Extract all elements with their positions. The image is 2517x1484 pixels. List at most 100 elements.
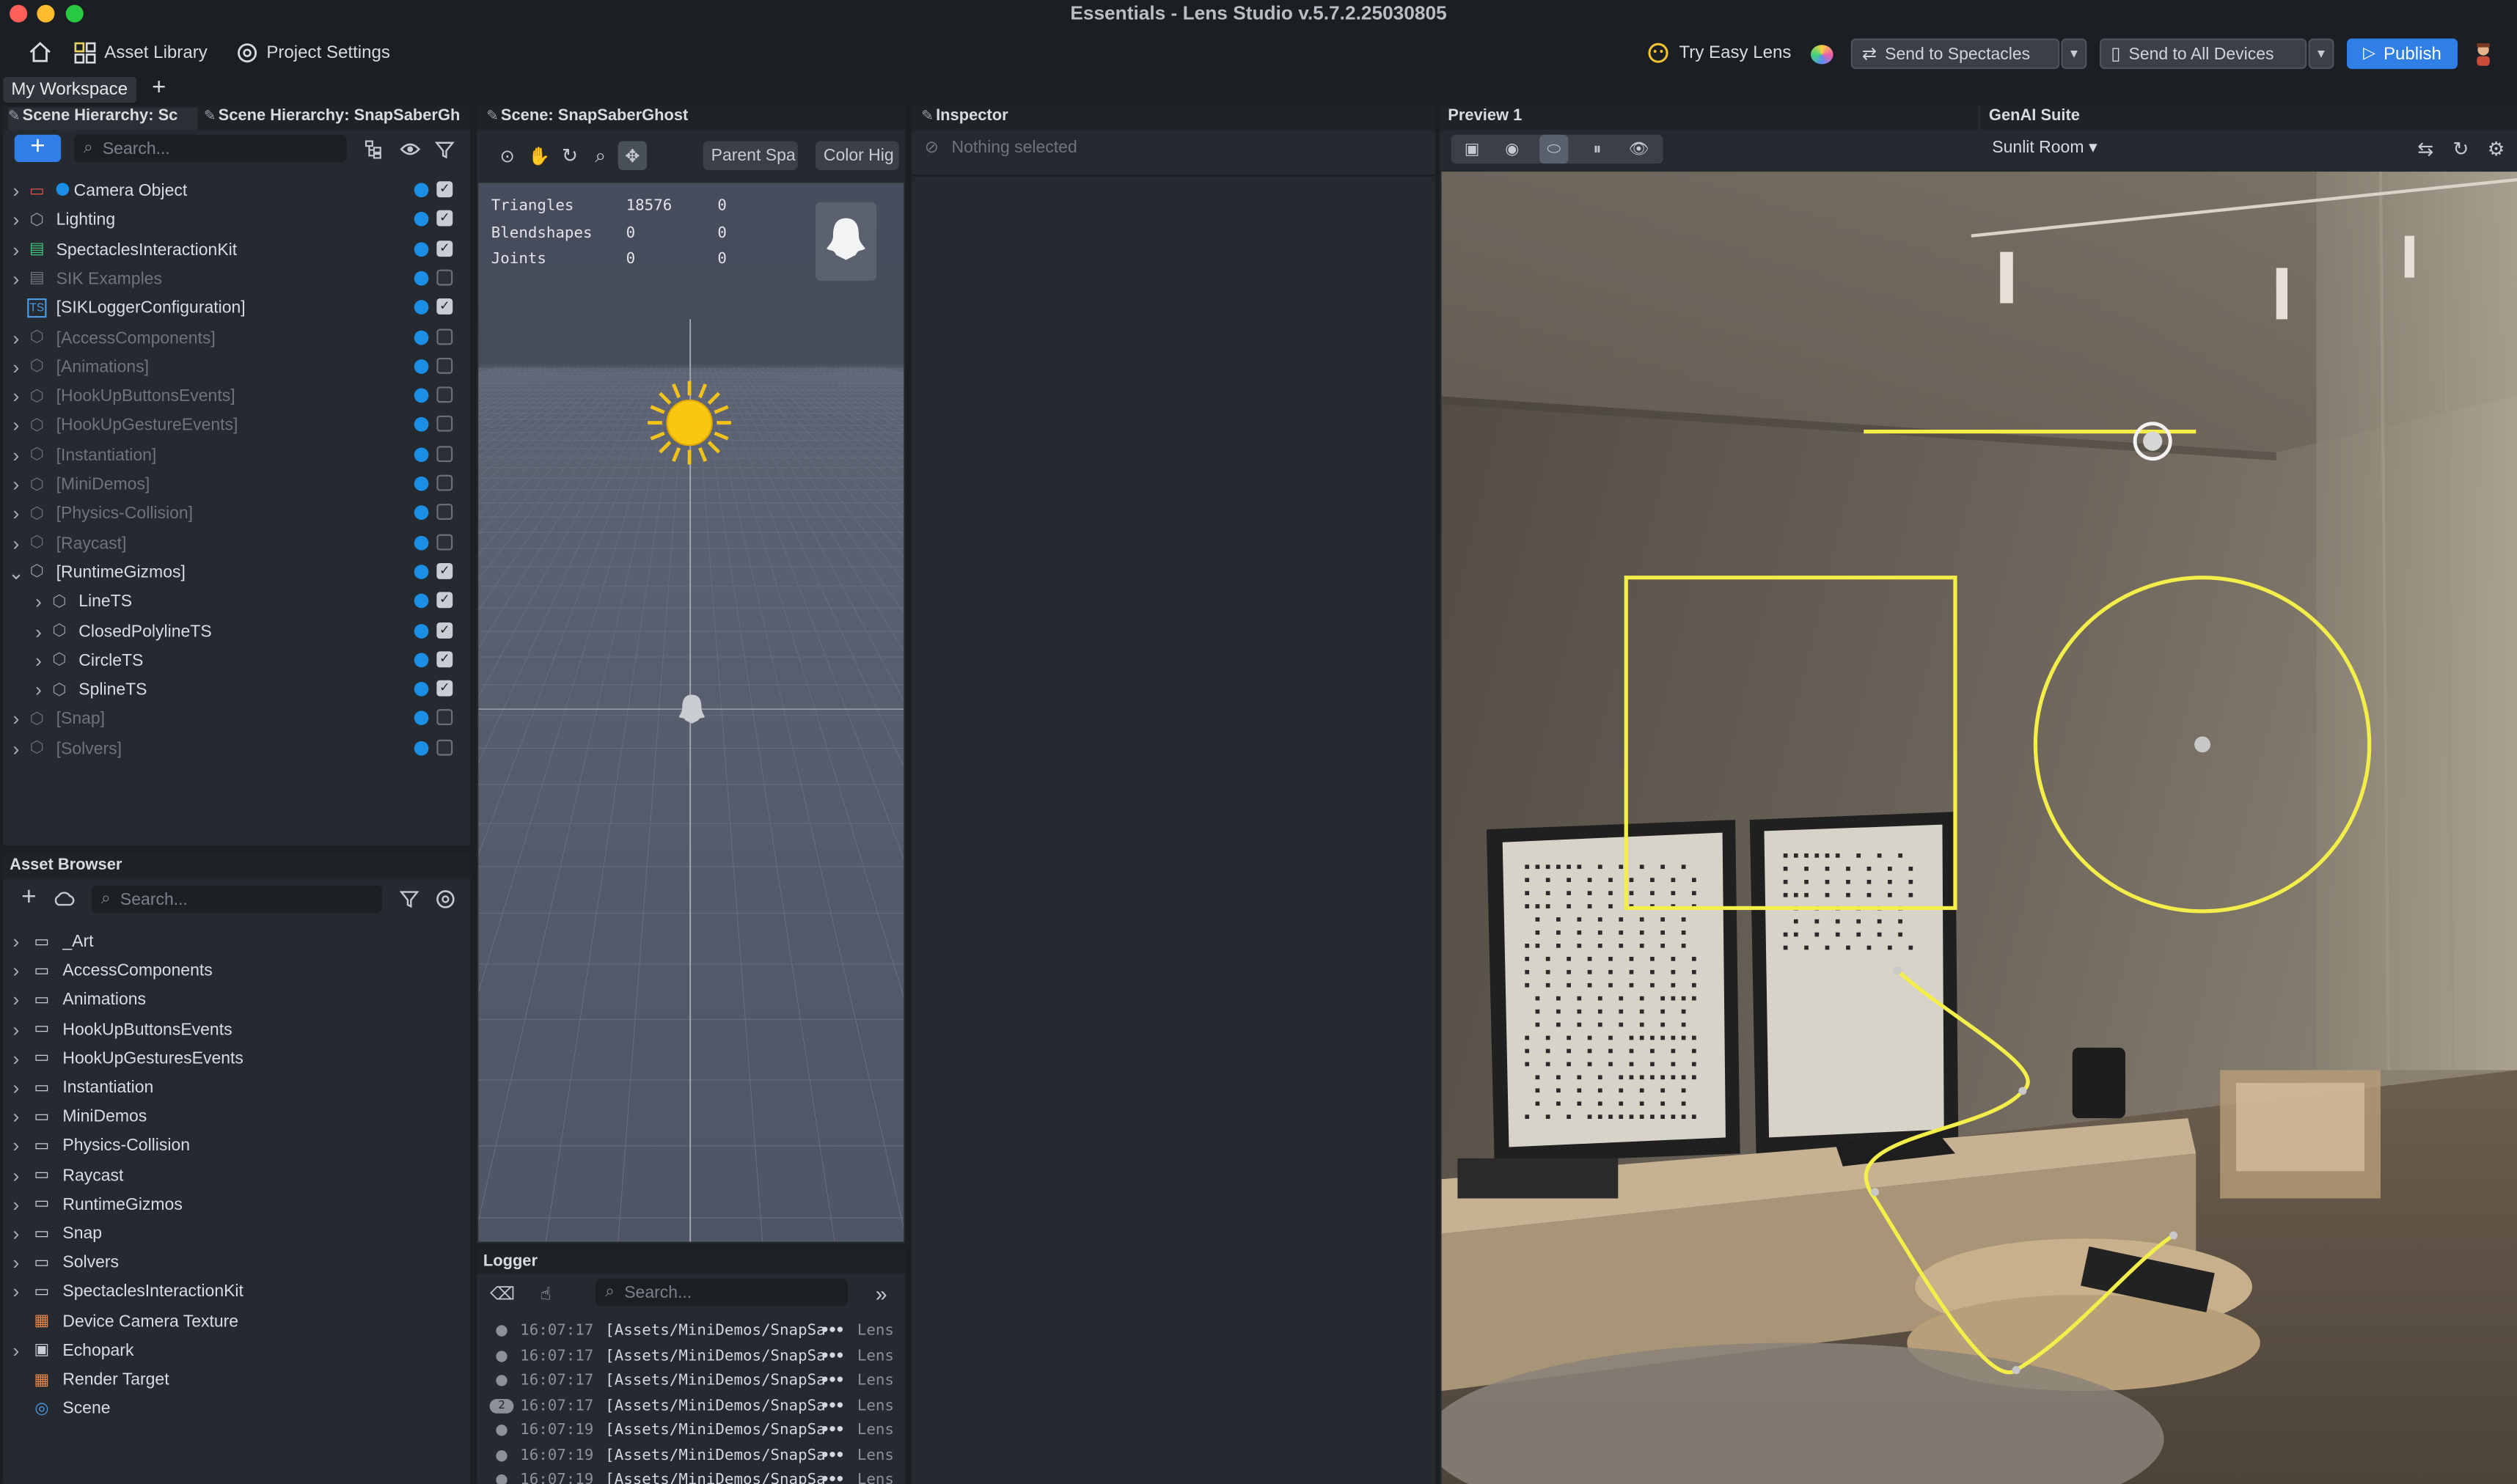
asset-item[interactable]: › ▭ HookUpGesturesEvents [3, 1044, 469, 1073]
hierarchy-item[interactable]: › ⬡ [Snap] [3, 705, 469, 733]
visibility-toggle-button[interactable] [395, 135, 423, 164]
send-to-spectacles-button[interactable]: ⇄ Send to Spectacles [1850, 38, 2060, 70]
more-icon[interactable]: ••• [820, 1397, 844, 1414]
visibility-dot[interactable] [414, 505, 429, 521]
hierarchy-item[interactable]: › ⬡ [Physics-Collision] [3, 499, 469, 528]
enabled-checkbox[interactable] [436, 533, 453, 550]
preview-image-mode[interactable]: ▣ [1457, 135, 1486, 164]
chevron-right-icon[interactable]: › [8, 238, 24, 261]
hierarchy-item[interactable]: › ▤ SpectaclesInteractionKit ✓ [3, 235, 469, 264]
asset-item[interactable]: › ▭ Instantiation [3, 1073, 469, 1102]
chevron-right-icon[interactable]: › [8, 209, 24, 232]
visibility-dot[interactable] [414, 594, 429, 609]
enabled-checkbox[interactable]: ✓ [436, 592, 453, 609]
snap-ghost-icon[interactable] [815, 202, 877, 281]
hierarchy-item[interactable]: › ⬡ LineTS ✓ [3, 587, 469, 616]
hierarchy-item[interactable]: › ⬡ CircleTS ✓ [3, 646, 469, 675]
chevron-right-icon[interactable]: › [8, 1076, 24, 1099]
swap-camera-button[interactable]: ⇆ [2411, 135, 2440, 164]
visibility-dot[interactable] [414, 711, 429, 726]
send-to-all-devices-button[interactable]: ▯ Send to All Devices [2099, 38, 2307, 70]
chevron-right-icon[interactable]: › [31, 650, 47, 672]
more-icon[interactable]: ••• [820, 1471, 844, 1484]
enabled-checkbox[interactable]: ✓ [436, 562, 453, 579]
enabled-checkbox[interactable] [436, 386, 453, 403]
rotate-tool[interactable]: ↻ [555, 142, 584, 170]
move-tool[interactable]: ✥ [618, 141, 648, 170]
log-row[interactable]: 2 16:07:17 [Assets/MiniDemos/SnapSa ••• Lens [482, 1393, 902, 1417]
hierarchy-search-input[interactable]: ⌕ Search... [73, 134, 347, 162]
chevron-right-icon[interactable]: › [31, 679, 47, 702]
log-row[interactable]: 16:07:17 [Assets/MiniDemos/SnapSa ••• Lens [482, 1368, 902, 1392]
chevron-right-icon[interactable]: › [8, 1018, 24, 1041]
asset-item[interactable]: ▦ Device Camera Texture [3, 1307, 469, 1335]
preview-pause-button[interactable]: ⏸ [1583, 135, 1611, 164]
chevron-right-icon[interactable]: › [31, 620, 47, 643]
hierarchy-item[interactable]: › ⬡ [HookUpButtonsEvents] [3, 382, 469, 411]
cloud-button[interactable] [50, 884, 78, 913]
scene-viewport[interactable]: Triangles 18576 0 Blendshapes 0 0 Joints 0 0 [478, 183, 904, 1242]
asset-library-button[interactable]: Asset Library [74, 39, 208, 66]
visibility-dot[interactable] [414, 388, 429, 403]
asset-item[interactable]: › ▣ Echopark [3, 1336, 469, 1364]
visibility-dot[interactable] [414, 564, 429, 579]
log-row[interactable]: 16:07:17 [Assets/MiniDemos/SnapSa ••• Lens [482, 1319, 902, 1343]
visibility-dot[interactable] [414, 212, 429, 227]
chevron-right-icon[interactable]: › [8, 1281, 24, 1304]
hierarchy-tree-button[interactable] [359, 135, 388, 164]
enabled-checkbox[interactable] [436, 739, 453, 755]
enabled-checkbox[interactable]: ✓ [436, 650, 453, 667]
chevron-down-icon[interactable]: ⌄ [8, 562, 24, 584]
visibility-dot[interactable] [414, 300, 429, 315]
chevron-right-icon[interactable]: › [8, 708, 24, 731]
enabled-checkbox[interactable]: ✓ [436, 181, 453, 198]
publish-button[interactable]: ▷ Publish [2347, 38, 2458, 70]
chevron-right-icon[interactable]: › [8, 444, 24, 466]
asset-item[interactable]: › ▭ _Art [3, 928, 469, 956]
enabled-checkbox[interactable] [436, 445, 453, 462]
expand-logger-button[interactable]: » [867, 1279, 895, 1307]
preview-spectacles-mode[interactable]: ⬭ [1539, 134, 1569, 164]
sun-light-icon[interactable] [645, 378, 733, 466]
hierarchy-item[interactable]: › ⬡ [AccessComponents] [3, 323, 469, 352]
visibility-dot[interactable] [414, 417, 429, 433]
preview-visibility-button[interactable]: 👁 [1624, 135, 1653, 164]
asset-item[interactable]: › ▭ HookUpButtonsEvents [3, 1015, 469, 1043]
visibility-dot[interactable] [414, 682, 429, 697]
visibility-dot[interactable] [414, 535, 429, 550]
chevron-right-icon[interactable]: › [8, 356, 24, 378]
more-icon[interactable]: ••• [820, 1447, 844, 1464]
chevron-right-icon[interactable]: › [8, 503, 24, 526]
asset-item[interactable]: › ▭ MiniDemos [3, 1103, 469, 1131]
chevron-right-icon[interactable]: › [8, 1222, 24, 1245]
chevron-right-icon[interactable]: › [8, 180, 24, 202]
send-to-all-devices-dropdown[interactable]: ▾ [2308, 38, 2334, 70]
project-settings-button[interactable]: Project Settings [236, 39, 390, 66]
enabled-checkbox[interactable]: ✓ [436, 298, 453, 315]
asset-item[interactable]: › ▭ Raycast [3, 1161, 469, 1189]
asset-item[interactable]: ▦ Render Target [3, 1365, 469, 1394]
asset-item[interactable]: ◎ Scene [3, 1395, 469, 1423]
more-icon[interactable]: ••• [820, 1322, 844, 1340]
enabled-checkbox[interactable] [436, 416, 453, 433]
visibility-dot[interactable] [414, 476, 429, 491]
more-icon[interactable]: ••• [820, 1372, 844, 1389]
chevron-right-icon[interactable]: › [8, 930, 24, 953]
chevron-right-icon[interactable]: › [8, 268, 24, 290]
chevron-right-icon[interactable]: › [8, 1047, 24, 1070]
asset-item[interactable]: › ▭ Solvers [3, 1249, 469, 1277]
more-icon[interactable]: ••• [820, 1347, 844, 1364]
visibility-dot[interactable] [414, 741, 429, 755]
enabled-checkbox[interactable] [436, 474, 453, 491]
log-row[interactable]: 16:07:19 [Assets/MiniDemos/SnapSa ••• Lens [482, 1443, 902, 1467]
chevron-right-icon[interactable]: › [8, 414, 24, 437]
visibility-dot[interactable] [414, 653, 429, 667]
hierarchy-item[interactable]: › ⬡ [Solvers] [3, 734, 469, 763]
add-scene-object-button[interactable]: + [14, 134, 62, 162]
asset-item[interactable]: › ▭ AccessComponents [3, 957, 469, 985]
parent-space-button[interactable]: Parent Spa [703, 141, 798, 170]
send-to-spectacles-dropdown[interactable]: ▾ [2061, 38, 2087, 70]
environment-dropdown[interactable]: Sunlit Room ▾ [1992, 138, 2097, 157]
try-easy-lens-button[interactable]: Try Easy Lens [1646, 39, 1791, 66]
chevron-right-icon[interactable]: › [8, 473, 24, 496]
